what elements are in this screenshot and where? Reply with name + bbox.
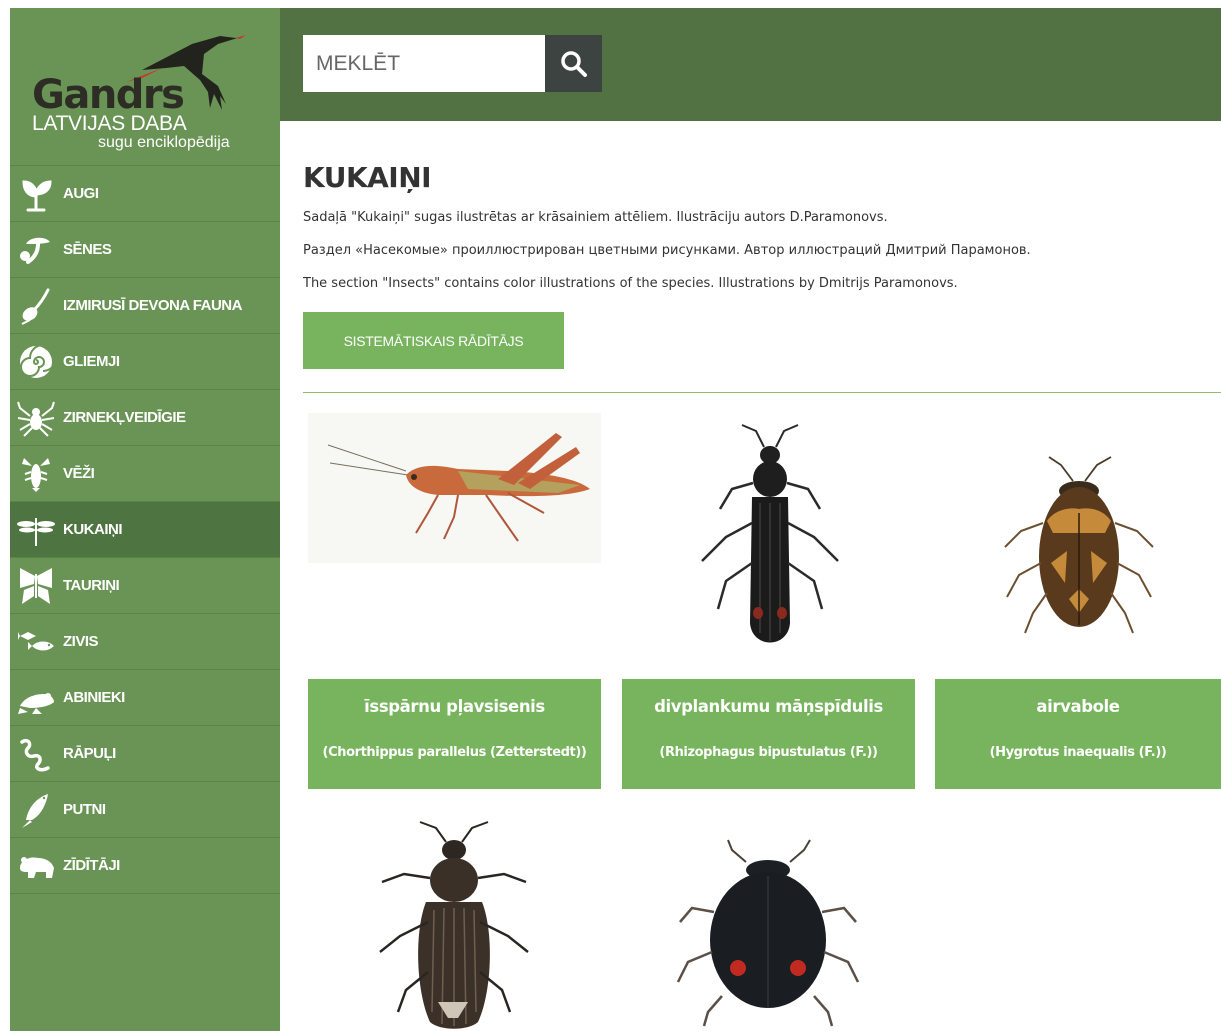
nav-item-zirneklveidigie[interactable]: ZIRNEKĻVEIDĪGIE <box>10 390 280 446</box>
ladybird-beetle-image <box>676 839 860 1027</box>
species-common-name: airvabole <box>1036 697 1120 716</box>
nav-label: ZIRNEKĻVEIDĪGIE <box>63 409 186 426</box>
species-common-name: divplankumu māņspīdulis <box>654 697 883 716</box>
bird-icon <box>22 794 48 828</box>
description-ru: Раздел «Насекомые» проиллюстрирован цвет… <box>303 243 1031 258</box>
species-common-name: īsspārnu pļavsisenis <box>364 697 545 716</box>
fish-icon <box>18 632 54 651</box>
species-label: divplankumu māņspīdulis (Rhizophagus bip… <box>622 679 915 789</box>
nav-item-kukaini[interactable]: KUKAIŅI <box>10 502 280 558</box>
plant-icon <box>22 180 52 212</box>
nav-label: GLIEMJI <box>63 353 120 370</box>
logo-subtitle: LATVIJAS DABA <box>32 112 187 135</box>
systematic-index-button[interactable]: SISTEMĀTISKAIS RĀDĪTĀJS <box>303 312 564 369</box>
snake-icon <box>20 738 50 772</box>
species-latin-name: (Rhizophagus bipustulatus (F.)) <box>659 745 878 760</box>
spider-icon <box>17 401 55 437</box>
bear-icon <box>20 857 54 878</box>
content-divider <box>303 392 1221 393</box>
search-icon <box>560 50 587 77</box>
nav-item-vezi[interactable]: VĒŽI <box>10 446 280 502</box>
description-lv: Sadaļā "Kukaiņi" sugas ilustrētas ar krā… <box>303 210 888 225</box>
species-latin-name: (Hygrotus inaequalis (F.)) <box>989 745 1167 760</box>
dragonfly-icon <box>17 518 55 546</box>
nav-label: KUKAIŅI <box>63 521 123 538</box>
mushroom-icon <box>20 237 50 264</box>
nav-label: ZIVIS <box>63 633 99 650</box>
nav-label: ZĪDĪTĀJI <box>63 857 120 874</box>
diving-beetle-image <box>1004 456 1154 634</box>
species-card[interactable]: īsspārnu pļavsisenis (Chorthippus parall… <box>308 413 601 789</box>
crayfish-icon <box>22 458 50 492</box>
nav-label: TAURIŅI <box>63 577 120 594</box>
species-card[interactable] <box>308 812 601 1031</box>
nav-label: ABINIEKI <box>63 689 125 706</box>
description-en: The section "Insects" contains color ill… <box>303 276 958 291</box>
main-content: KUKAIŅI Sadaļā "Kukaiņi" sugas ilustrēta… <box>303 121 1221 393</box>
nav-item-rapuli[interactable]: RĀPUĻI <box>10 726 280 782</box>
species-latin-name: (Chorthippus parallelus (Zetterstedt)) <box>322 745 587 760</box>
nav-label: IZMIRUSĪ DEVONA FAUNA <box>63 297 242 314</box>
species-label: īsspārnu pļavsisenis (Chorthippus parall… <box>308 679 601 789</box>
species-card[interactable]: divplankumu māņspīdulis (Rhizophagus bip… <box>622 413 915 789</box>
nav-item-putni[interactable]: PUTNI <box>10 782 280 838</box>
snail-shell-icon <box>20 344 56 378</box>
search-button[interactable] <box>545 35 602 92</box>
frog-icon <box>18 693 54 714</box>
nav-item-devona-fauna[interactable]: IZMIRUSĪ DEVONA FAUNA <box>10 278 280 334</box>
elongated-beetle-image <box>701 424 839 643</box>
nav-label: SĒNES <box>63 241 112 258</box>
species-card[interactable]: airvabole (Hygrotus inaequalis (F.)) <box>935 413 1221 789</box>
nav-label: RĀPUĻI <box>63 745 116 762</box>
nav-item-augi[interactable]: AUGI <box>10 166 280 222</box>
search-input[interactable] <box>303 35 545 92</box>
top-header-bar <box>280 8 1221 121</box>
nav-item-abinieki[interactable]: ABINIEKI <box>10 670 280 726</box>
nav-item-zivis[interactable]: ZIVIS <box>10 614 280 670</box>
page-title: KUKAIŅI <box>303 161 432 194</box>
nav-item-ziditaji[interactable]: ZĪDĪTĀJI <box>10 838 280 894</box>
nav-label: PUTNI <box>63 801 106 818</box>
nav-label: AUGI <box>63 185 99 202</box>
species-card[interactable] <box>622 812 915 1031</box>
nav-item-taurini[interactable]: TAURIŅI <box>10 558 280 614</box>
butterfly-icon <box>20 568 52 604</box>
weevil-beetle-image <box>379 821 529 1029</box>
grasshopper-image <box>308 413 601 563</box>
fossil-icon <box>21 288 50 325</box>
species-label: airvabole (Hygrotus inaequalis (F.)) <box>935 679 1221 789</box>
category-nav: AUGI SĒNES IZMIRUSĪ DEVONA FAUNA GLIEMJI… <box>10 166 280 894</box>
logo-tagline: sugu enciklopēdija <box>98 134 230 151</box>
nav-item-senes[interactable]: SĒNES <box>10 222 280 278</box>
site-logo[interactable]: Gandrs LATVIJAS DABA sugu enciklopēdija <box>10 8 280 166</box>
sidebar: Gandrs LATVIJAS DABA sugu enciklopēdija … <box>10 8 280 1031</box>
nav-item-gliemji[interactable]: GLIEMJI <box>10 334 280 390</box>
nav-label: VĒŽI <box>63 465 95 482</box>
